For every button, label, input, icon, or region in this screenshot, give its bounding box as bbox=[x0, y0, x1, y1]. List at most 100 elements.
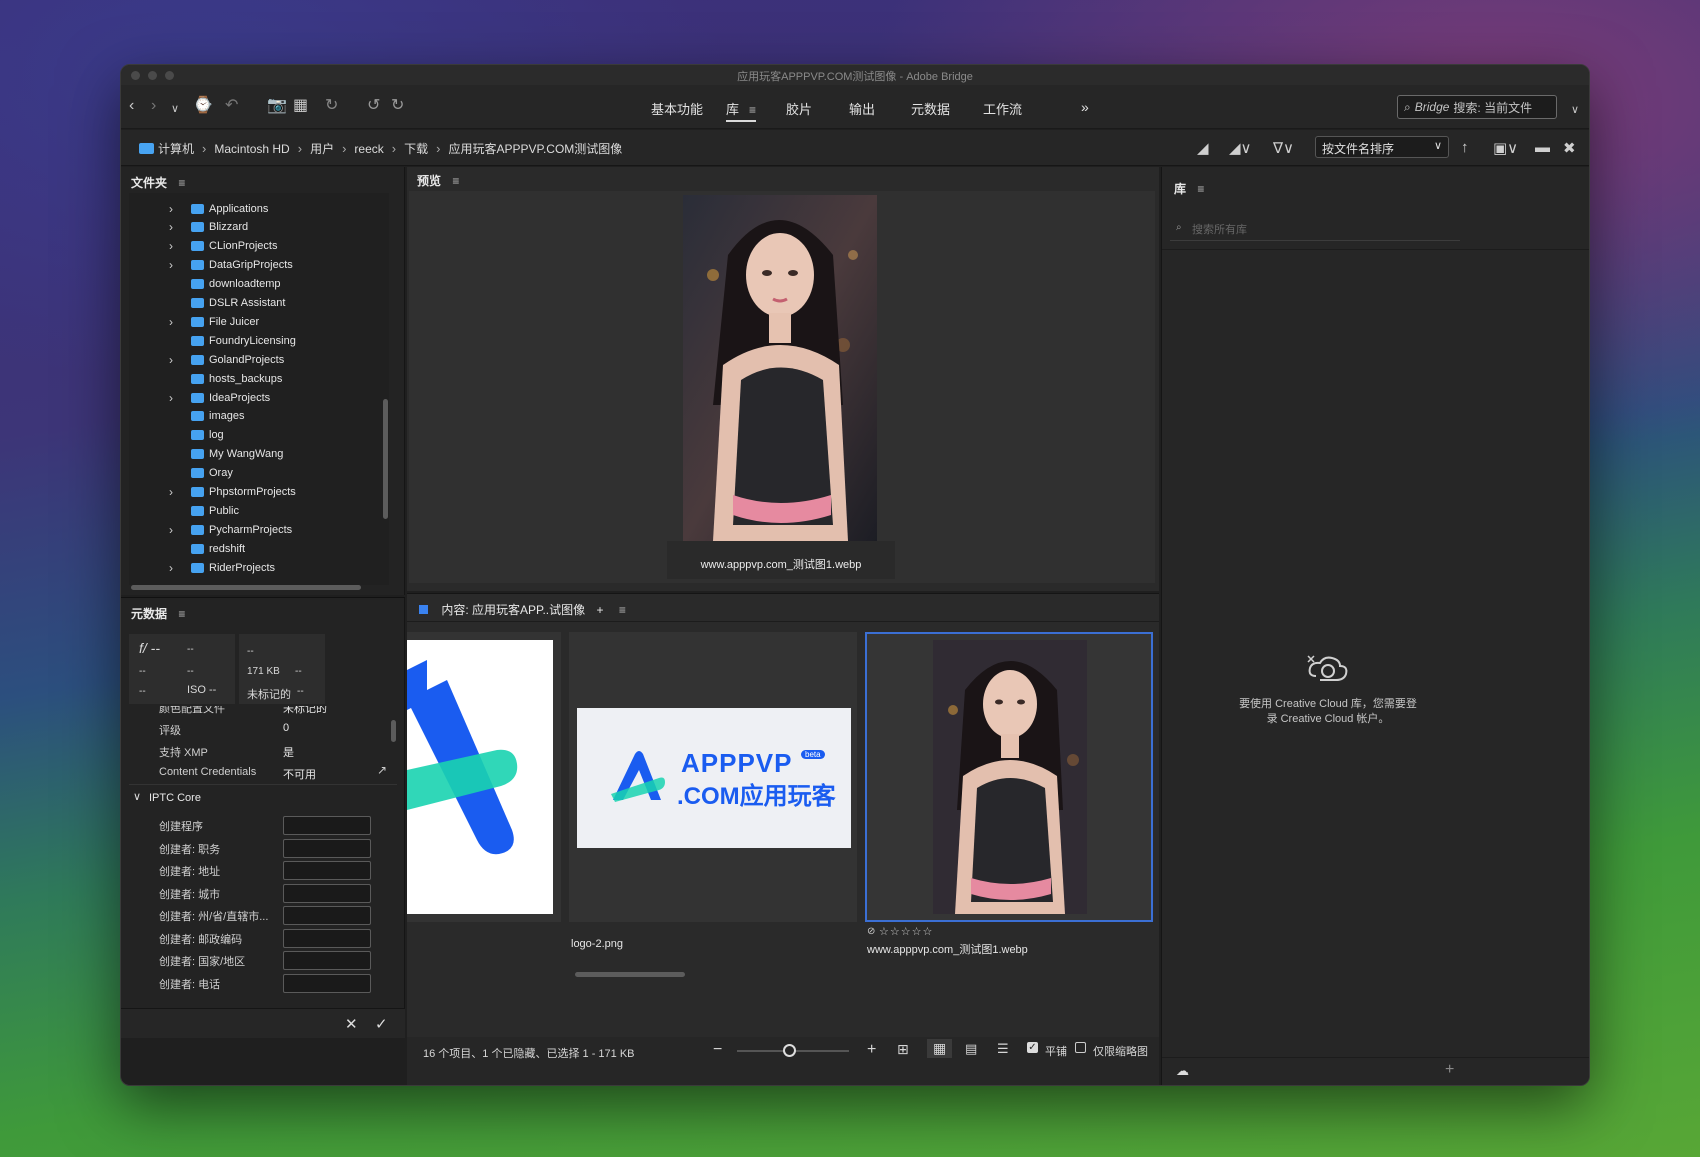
open-recent-icon[interactable]: ▣∨ bbox=[1493, 139, 1518, 157]
library-panel-menu-icon[interactable]: ≡ bbox=[1197, 182, 1204, 196]
iptc-core-chevron-icon[interactable]: ∨ bbox=[133, 790, 141, 803]
disclosure-chevron-icon[interactable]: › bbox=[169, 220, 183, 234]
disclosure-chevron-icon[interactable]: › bbox=[169, 523, 183, 537]
crumb-computer[interactable]: 计算机 bbox=[158, 140, 194, 157]
quality-icon[interactable]: ◢ bbox=[1197, 139, 1209, 157]
folder-tree-item[interactable]: Public bbox=[129, 501, 239, 520]
more-workspaces-button[interactable]: » bbox=[1081, 99, 1089, 115]
folder-tree-item[interactable]: › PycharmProjects bbox=[129, 520, 292, 539]
recent-history-icon[interactable]: ⌚ bbox=[193, 97, 213, 115]
bridge-search-box[interactable]: ⌕ Bridge 搜索: 当前文件 bbox=[1397, 95, 1557, 119]
preview-panel-menu-icon[interactable]: ≡ bbox=[452, 174, 459, 188]
iptc-field-input[interactable] bbox=[283, 816, 371, 835]
disclosure-chevron-icon[interactable]: › bbox=[169, 391, 183, 405]
view-details-icon[interactable]: ▤ bbox=[965, 1041, 977, 1057]
iptc-field-input[interactable] bbox=[283, 906, 371, 925]
folder-tree-item[interactable]: › GolandProjects bbox=[129, 350, 284, 369]
folder-tree-item[interactable]: My WangWang bbox=[129, 445, 283, 464]
workspace-tab-filmstrip[interactable]: 胶片 bbox=[786, 99, 812, 118]
folder-tree-item[interactable]: downloadtemp bbox=[129, 275, 281, 294]
view-thumbnails-icon[interactable]: ▦ bbox=[927, 1039, 953, 1058]
library-search-input[interactable]: 搜索所有库 bbox=[1170, 217, 1460, 241]
workspace-tab-essentials[interactable]: 基本功能 bbox=[651, 99, 703, 118]
folder-tree-item[interactable]: › Applications bbox=[129, 199, 268, 218]
metadata-vertical-scrollbar[interactable] bbox=[391, 720, 396, 742]
folders-panel-menu-icon[interactable]: ≡ bbox=[178, 176, 185, 190]
iptc-field-input[interactable] bbox=[283, 838, 371, 858]
refine-icon[interactable]: ▦ bbox=[293, 97, 308, 115]
folder-tree-horizontal-scrollbar[interactable] bbox=[131, 585, 361, 590]
iptc-field-input[interactable] bbox=[283, 883, 371, 903]
folder-tree[interactable]: › Applications › Blizzard › CLionProjects › Dat… bbox=[129, 193, 389, 585]
thumbnail-size-slider-thumb[interactable] bbox=[783, 1044, 796, 1057]
crumb-macintosh-hd[interactable]: Macintosh HD bbox=[214, 142, 289, 156]
add-content-tab-button[interactable]: + bbox=[597, 603, 604, 617]
thumbnail-cell[interactable]: APPPVP beta .COM应用玩客 logo-2.png bbox=[569, 632, 857, 950]
iptc-core-section-title[interactable]: IPTC Core bbox=[149, 792, 201, 804]
folder-tree-item[interactable]: › CLionProjects bbox=[129, 237, 277, 256]
iptc-field-input[interactable] bbox=[283, 861, 371, 880]
view-list-icon[interactable]: ☰ bbox=[997, 1041, 1009, 1057]
workspace-tab-workflow[interactable]: 工作流 bbox=[983, 99, 1022, 118]
folder-tree-item[interactable]: › Blizzard bbox=[129, 218, 248, 237]
apply-check-icon[interactable]: ✓ bbox=[375, 1015, 388, 1033]
sort-dropdown[interactable]: 按文件名排序 ∨ bbox=[1315, 136, 1449, 158]
trash-icon[interactable]: ✖ bbox=[1563, 139, 1576, 157]
disclosure-chevron-icon[interactable]: › bbox=[169, 258, 183, 272]
camera-import-icon[interactable]: 📷 bbox=[267, 97, 287, 115]
folder-tree-item[interactable]: › RiderProjects bbox=[129, 558, 275, 577]
rating-filter-icon[interactable]: ◢∨ bbox=[1229, 139, 1252, 157]
folder-tree-vertical-scrollbar[interactable] bbox=[383, 399, 388, 519]
search-options-chevron-icon[interactable]: ∨ bbox=[1571, 101, 1579, 119]
folder-tree-item[interactable]: redshift bbox=[129, 539, 245, 558]
add-library-button[interactable]: + bbox=[1445, 1061, 1454, 1079]
zoom-in-button[interactable]: + bbox=[867, 1041, 876, 1059]
content-horizontal-scrollbar[interactable] bbox=[575, 972, 685, 977]
thumbnail-cell-selected[interactable] bbox=[865, 632, 1153, 922]
cloud-sync-icon[interactable]: ☁ bbox=[1176, 1063, 1189, 1079]
content-panel-menu-icon[interactable]: ≡ bbox=[619, 603, 626, 617]
disclosure-chevron-icon[interactable]: › bbox=[169, 315, 183, 329]
crumb-reeck[interactable]: reeck bbox=[354, 142, 383, 156]
folder-tree-item[interactable]: DSLR Assistant bbox=[129, 294, 285, 313]
folder-tree-item[interactable]: log bbox=[129, 426, 224, 445]
new-folder-icon[interactable]: ▬ bbox=[1535, 139, 1550, 156]
metadata-panel-menu-icon[interactable]: ≡ bbox=[178, 607, 185, 621]
back-arrow-icon[interactable]: ‹ bbox=[129, 97, 134, 115]
zoom-out-button[interactable]: − bbox=[713, 1041, 722, 1059]
crumb-current-folder[interactable]: 应用玩客APPPVP.COM测试图像 bbox=[448, 140, 622, 157]
workspace-tab-metadata[interactable]: 元数据 bbox=[911, 99, 950, 118]
folder-tree-item[interactable]: FoundryLicensing bbox=[129, 331, 296, 350]
workspace-tab-library[interactable]: 库 ≡ bbox=[726, 99, 757, 122]
external-link-icon[interactable]: ↗ bbox=[377, 763, 387, 777]
folder-tree-item[interactable]: › PhpstormProjects bbox=[129, 483, 296, 502]
folder-tree-item[interactable]: Oray bbox=[129, 464, 233, 483]
crumb-users[interactable]: 用户 bbox=[310, 140, 334, 157]
meta-value-rating[interactable]: 0 bbox=[283, 722, 289, 734]
iptc-field-input[interactable] bbox=[283, 951, 371, 970]
disclosure-chevron-icon[interactable]: › bbox=[169, 561, 183, 575]
iptc-field-input[interactable] bbox=[283, 973, 371, 993]
tile-checkbox[interactable]: ✓ bbox=[1027, 1042, 1038, 1053]
chevron-down-icon[interactable]: ∨ bbox=[171, 100, 179, 118]
return-icon[interactable]: ↶ bbox=[225, 97, 238, 115]
folder-tree-item[interactable]: › File Juicer bbox=[129, 312, 259, 331]
sync-icon[interactable]: ↻ bbox=[325, 97, 338, 115]
rating-stars[interactable]: ☆☆☆☆☆ bbox=[879, 925, 933, 938]
filter-icon[interactable]: ∇∨ bbox=[1273, 139, 1294, 157]
folder-tree-item[interactable]: hosts_backups bbox=[129, 369, 282, 388]
rotate-left-icon[interactable]: ↺ bbox=[367, 97, 380, 115]
sort-ascending-icon[interactable]: ↑ bbox=[1461, 139, 1469, 156]
thumbnail-cell[interactable] bbox=[407, 632, 561, 922]
disclosure-chevron-icon[interactable]: › bbox=[169, 239, 183, 253]
lock-grid-icon[interactable]: ⊞ bbox=[897, 1041, 909, 1058]
folder-tree-item[interactable]: › DataGripProjects bbox=[129, 256, 293, 275]
preview-image[interactable] bbox=[683, 195, 877, 541]
workspace-menu-icon[interactable]: ≡ bbox=[749, 103, 756, 117]
disclosure-chevron-icon[interactable]: › bbox=[169, 485, 183, 499]
workspace-tab-output[interactable]: 输出 bbox=[849, 99, 875, 118]
cancel-icon[interactable]: ✕ bbox=[345, 1015, 358, 1033]
forward-arrow-icon[interactable]: › bbox=[151, 97, 156, 115]
iptc-field-input[interactable] bbox=[283, 928, 371, 948]
folder-tree-item[interactable]: › IdeaProjects bbox=[129, 388, 270, 407]
